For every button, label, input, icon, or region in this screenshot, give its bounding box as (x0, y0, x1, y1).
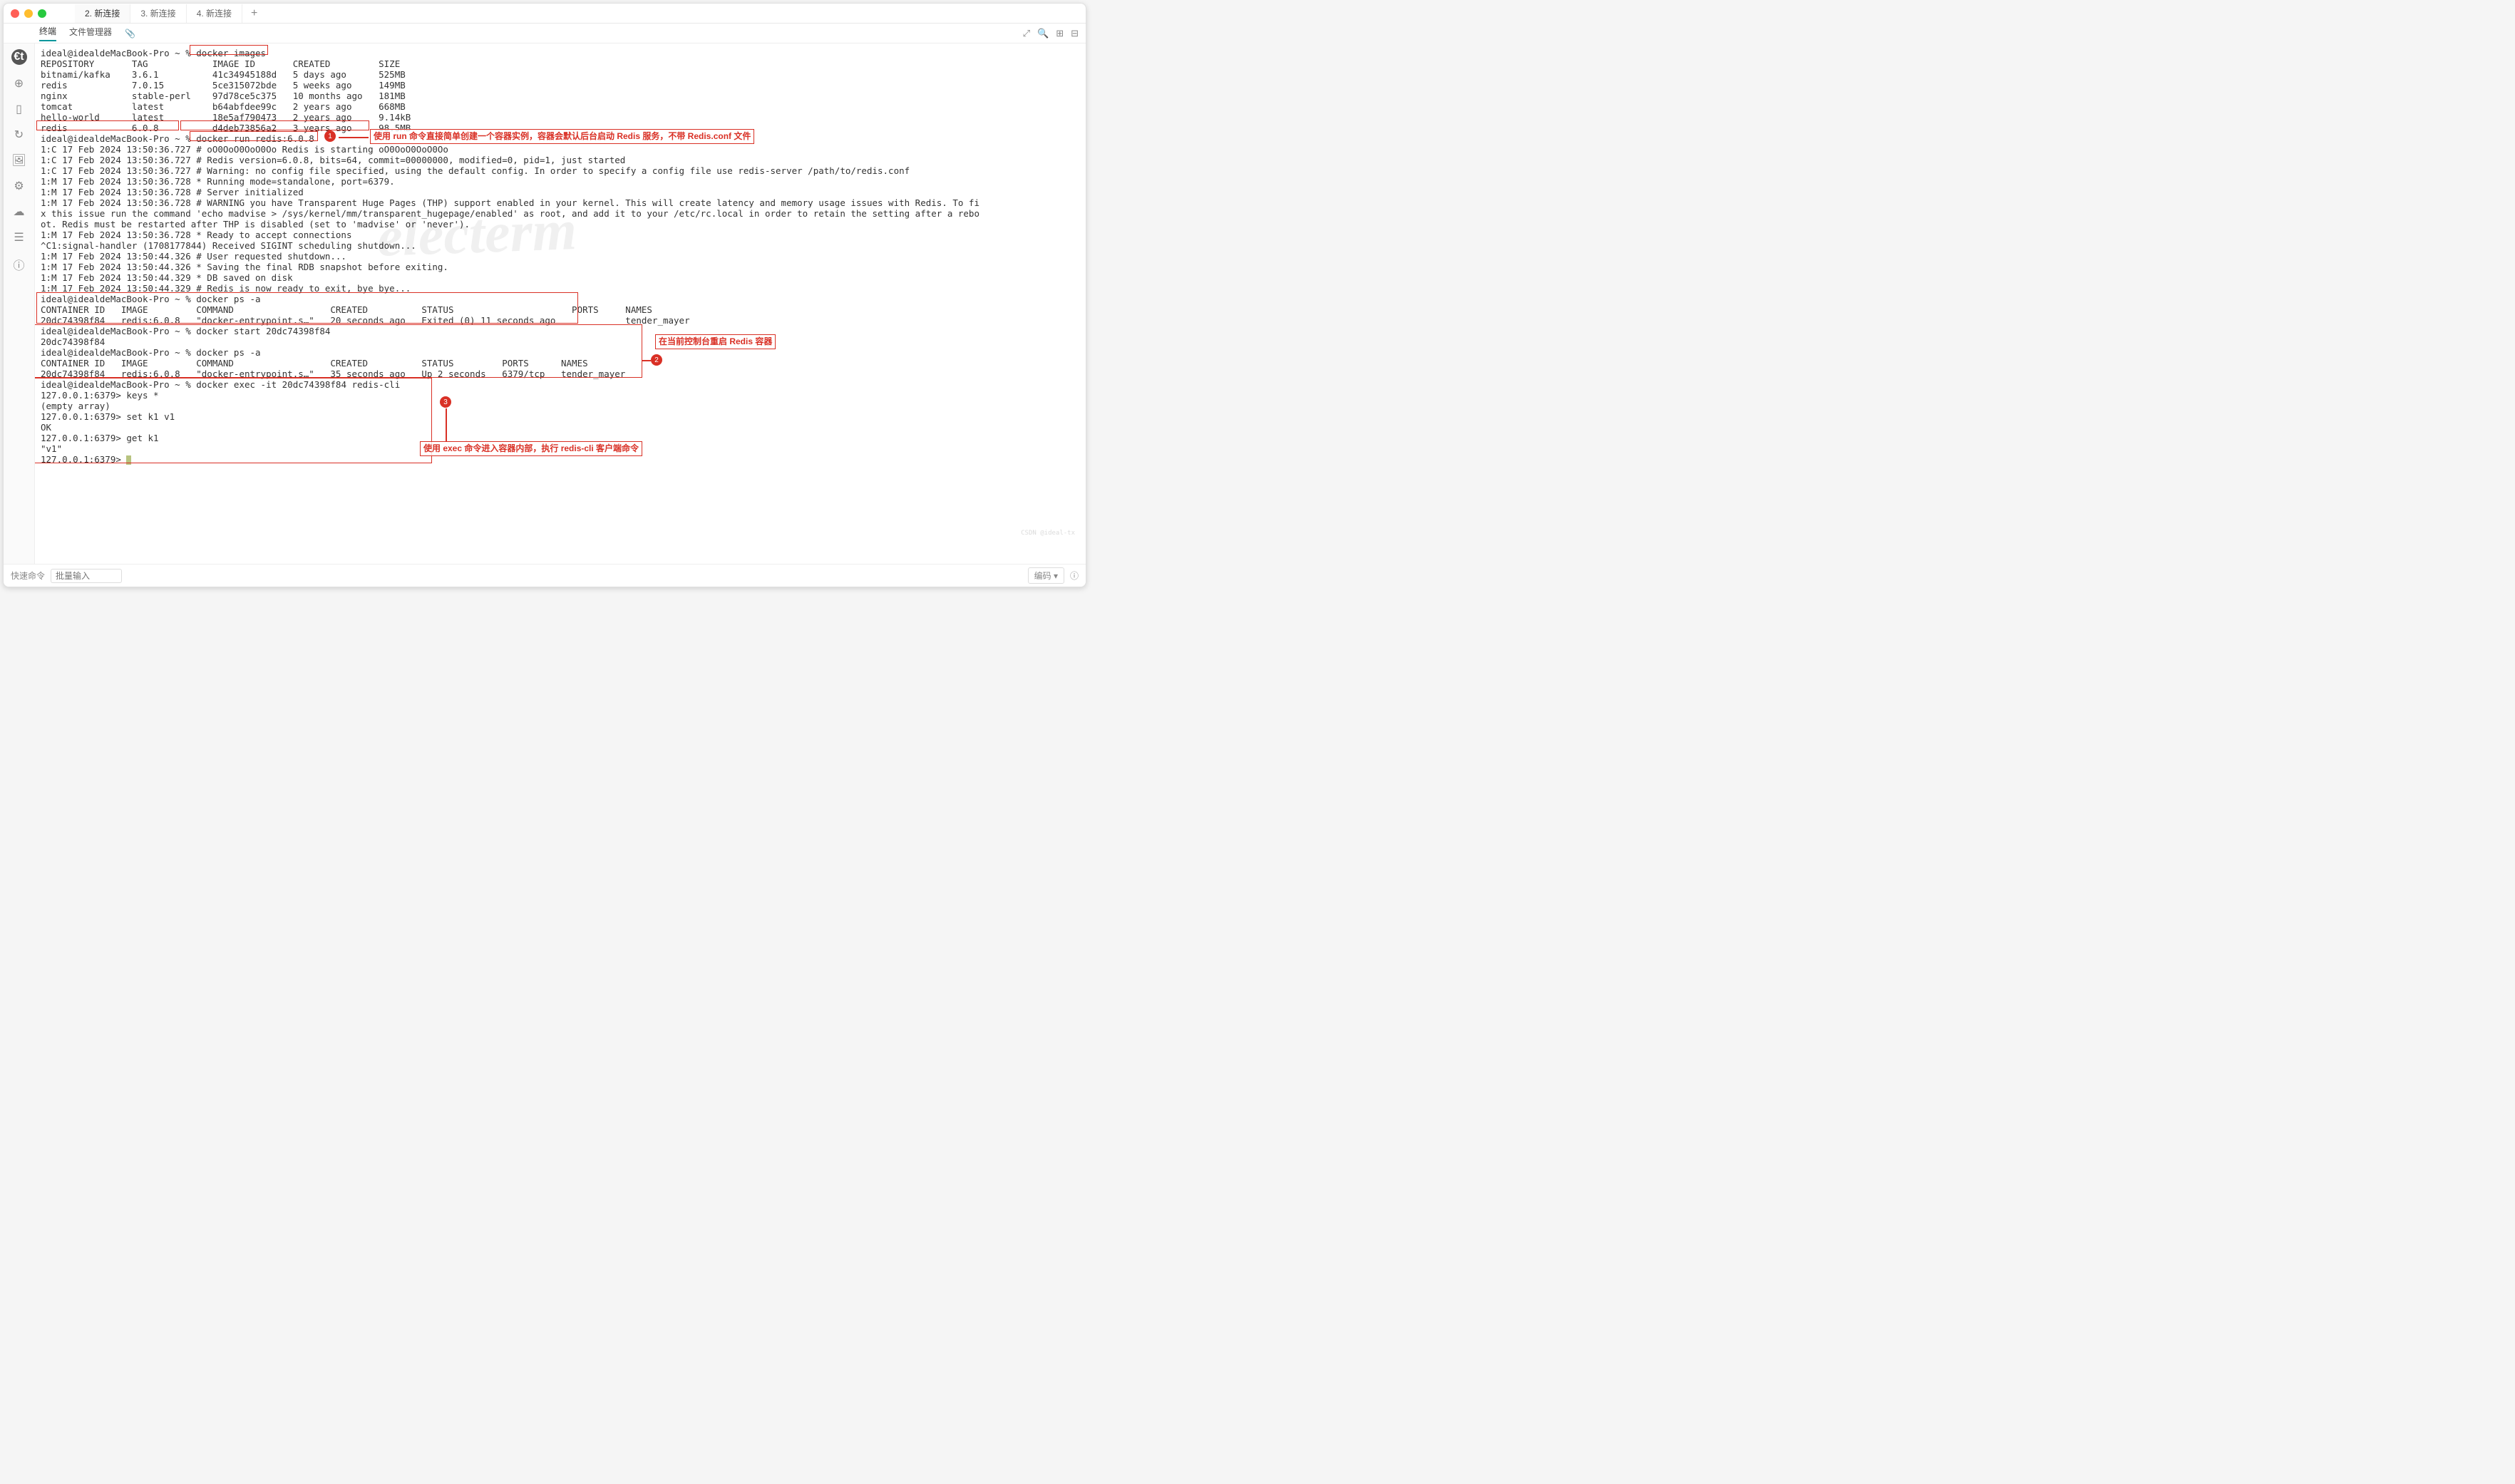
info-icon[interactable]: ⓘ (13, 256, 24, 273)
image-icon[interactable]: 🖼 (11, 153, 26, 168)
maximize-icon[interactable] (38, 9, 46, 18)
fullscreen-icon[interactable]: ⤢ (1023, 28, 1030, 39)
cmd-text: docker ps -a (196, 294, 260, 304)
bookmark-icon[interactable]: ▯ (16, 102, 22, 116)
log-line: 1:M 17 Feb 2024 13:50:36.728 # Server in… (41, 187, 304, 197)
log-line: 1:M 17 Feb 2024 13:50:44.326 # User requ… (41, 251, 346, 262)
log-line: 1:M 17 Feb 2024 13:50:44.326 * Saving th… (41, 262, 448, 272)
cmd-text: docker start 20dc74398f84 (196, 326, 330, 336)
table-row: 20dc74398f84 redis:6.0.8 "docker-entrypo… (41, 315, 690, 326)
prompt: ideal@idealdeMacBook-Pro ~ % (41, 379, 196, 390)
cmd-text: docker images (196, 48, 266, 58)
history-icon[interactable]: ↻ (14, 128, 24, 142)
watermark-small: CSDN @ideal-tx (1021, 528, 1075, 539)
add-tab-button[interactable]: + (242, 4, 266, 23)
prompt: ideal@idealdeMacBook-Pro ~ % (41, 48, 196, 58)
annotation-2: 在当前控制台重启 Redis 容器 (655, 334, 776, 349)
cli-line: 127.0.0.1:6379> set k1 v1 (41, 411, 175, 422)
encoding-button[interactable]: 编码 ▾ (1028, 567, 1064, 584)
log-line: ^C1:signal-handler (1708177844) Received… (41, 240, 416, 251)
main-body: €t ⊕ ▯ ↻ 🖼 ⚙ ☁ ☰ ⓘ ideal@idealdeMacBook-… (4, 43, 1086, 564)
log-line: 20dc74398f84 (41, 336, 105, 347)
cli-line: "v1" (41, 443, 62, 454)
minimize-icon[interactable] (24, 9, 33, 18)
batch-input[interactable] (51, 569, 122, 583)
log-line: 1:M 17 Feb 2024 13:50:36.728 # WARNING y… (41, 197, 979, 208)
log-line: 1:M 17 Feb 2024 13:50:36.728 * Ready to … (41, 230, 352, 240)
footer-info-icon[interactable]: ⓘ (1070, 570, 1079, 582)
log-line: 1:M 17 Feb 2024 13:50:36.728 * Running m… (41, 176, 395, 187)
annotation-3: 使用 exec 命令进入容器内部，执行 redis-cli 客户端命令 (420, 441, 642, 456)
log-line: 1:M 17 Feb 2024 13:50:44.329 # Redis is … (41, 283, 411, 294)
cli-line: 127.0.0.1:6379> (41, 454, 126, 465)
connector-line (446, 408, 447, 441)
sidebar: €t ⊕ ▯ ↻ 🖼 ⚙ ☁ ☰ ⓘ (4, 43, 35, 564)
prompt: ideal@idealdeMacBook-Pro ~ % (41, 326, 196, 336)
toolbar-right: ⤢ 🔍 ⊞ ⊟ (1023, 28, 1079, 39)
subtab-bar: 终端 文件管理器 📎 ⤢ 🔍 ⊞ ⊟ (4, 24, 1086, 43)
table-row: bitnami/kafka 3.6.1 41c34945188d 5 days … (41, 69, 406, 80)
close-icon[interactable] (11, 9, 19, 18)
session-tabs: 2. 新连接 3. 新连接 4. 新连接 + (75, 4, 266, 23)
table-row: nginx stable-perl 97d78ce5c375 10 months… (41, 91, 406, 101)
cli-line: (empty array) (41, 401, 110, 411)
table-header: REPOSITORY TAG IMAGE ID CREATED SIZE (41, 58, 400, 69)
quick-cmd-label[interactable]: 快速命令 (11, 570, 45, 582)
table-row: 20dc74398f84 redis:6.0.8 "docker-entrypo… (41, 369, 625, 379)
table-row: redis 7.0.15 5ce315072bde 5 weeks ago 14… (41, 80, 406, 91)
attach-icon[interactable]: 📎 (125, 29, 135, 38)
app-window: 2. 新连接 3. 新连接 4. 新连接 + 终端 文件管理器 📎 ⤢ 🔍 ⊞ … (3, 3, 1086, 587)
cli-line: OK (41, 422, 51, 433)
add-icon[interactable]: ⊕ (14, 76, 24, 91)
badge-2: 2 (651, 354, 662, 366)
app-logo-icon[interactable]: €t (11, 49, 27, 65)
titlebar: 2. 新连接 3. 新连接 4. 新连接 + (4, 4, 1086, 24)
terminal-tab[interactable]: 终端 (39, 25, 56, 41)
split-v-icon[interactable]: ⊟ (1071, 28, 1079, 39)
cloud-icon[interactable]: ☁ (14, 205, 25, 219)
log-line: ot. Redis must be restarted after THP is… (41, 219, 470, 230)
badge-3: 3 (440, 396, 451, 408)
cmd-text: docker ps -a (196, 347, 260, 358)
tab-2[interactable]: 2. 新连接 (75, 4, 130, 23)
split-h-icon[interactable]: ⊞ (1056, 28, 1064, 39)
annotation-1: 使用 run 命令直接简单创建一个容器实例，容器会默认后台启动 Redis 服务… (370, 129, 754, 144)
cursor (126, 455, 131, 465)
log-line: 1:C 17 Feb 2024 13:50:36.727 # Warning: … (41, 165, 910, 176)
log-line: x this issue run the command 'echo madvi… (41, 208, 979, 219)
cli-line: 127.0.0.1:6379> keys * (41, 390, 159, 401)
log-line: 1:C 17 Feb 2024 13:50:36.727 # Redis ver… (41, 155, 625, 165)
window-controls (11, 9, 46, 18)
table-header: CONTAINER ID IMAGE COMMAND CREATED STATU… (41, 358, 588, 369)
settings-icon[interactable]: ⚙ (14, 179, 24, 193)
cmd-text: docker exec -it 20dc74398f84 redis-cli (196, 379, 400, 390)
tab-3[interactable]: 3. 新连接 (130, 4, 186, 23)
footer: 快速命令 编码 ▾ ⓘ (4, 564, 1086, 587)
search-icon[interactable]: 🔍 (1037, 28, 1049, 39)
prompt: ideal@idealdeMacBook-Pro ~ % (41, 347, 196, 358)
file-manager-tab[interactable]: 文件管理器 (69, 26, 112, 41)
connector-line (339, 137, 369, 138)
cmd-text: docker run redis:6.0.8 (196, 133, 314, 144)
badge-1: 1 (324, 130, 336, 142)
connector-line (642, 360, 651, 361)
tab-4[interactable]: 4. 新连接 (187, 4, 242, 23)
log-line: 1:M 17 Feb 2024 13:50:44.329 * DB saved … (41, 272, 293, 283)
table-row: redis 6.0.8 d4deb73856a2 3 years ago 98.… (41, 123, 411, 133)
table-row: tomcat latest b64abfdee99c 2 years ago 6… (41, 101, 406, 112)
prompt: ideal@idealdeMacBook-Pro ~ % (41, 133, 196, 144)
table-header: CONTAINER ID IMAGE COMMAND CREATED STATU… (41, 304, 652, 315)
log-line: 1:C 17 Feb 2024 13:50:36.727 # oO0OoO0Oo… (41, 144, 448, 155)
cli-line: 127.0.0.1:6379> get k1 (41, 433, 159, 443)
table-row: hello-world latest 18e5af790473 2 years … (41, 112, 411, 123)
prompt: ideal@idealdeMacBook-Pro ~ % (41, 294, 196, 304)
list-icon[interactable]: ☰ (14, 230, 24, 244)
terminal-output[interactable]: ideal@idealdeMacBook-Pro ~ % docker imag… (35, 43, 1086, 564)
